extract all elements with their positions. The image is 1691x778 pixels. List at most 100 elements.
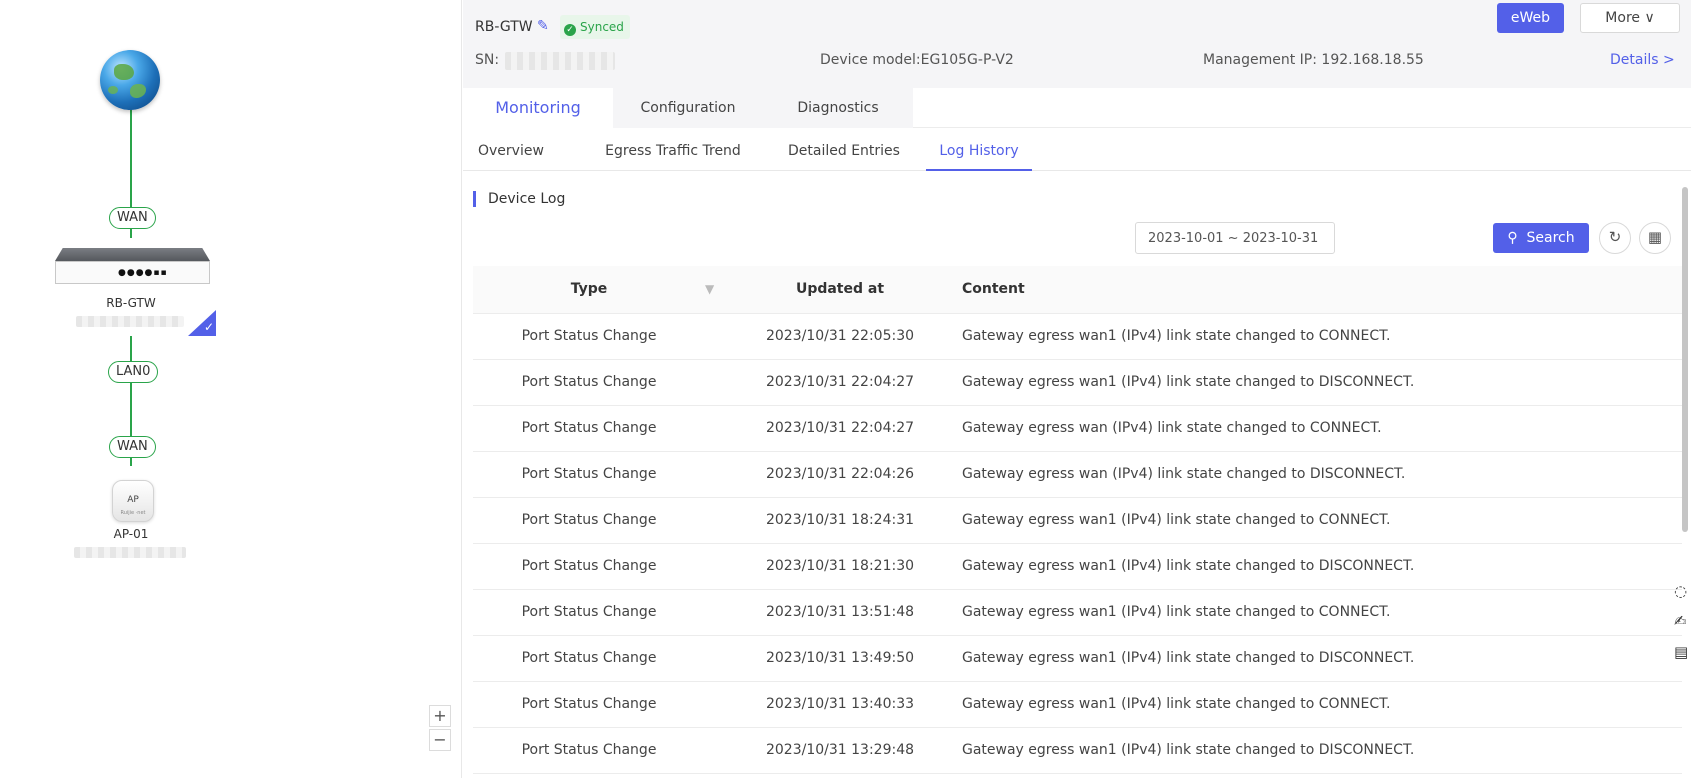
- log-table-body: Port Status Change 2023/10/31 22:05:30 Gat…: [473, 313, 1682, 774]
- selected-check-icon: ✓: [188, 310, 216, 336]
- sn-value-redacted: [505, 52, 615, 70]
- log-content-cell: Gateway egress wan1 (IPv4) link state ch…: [935, 497, 1682, 544]
- ap-brand-text: Ruijie ·net: [120, 510, 146, 516]
- table-header-row: Type ▼ Updated at Content: [473, 266, 1682, 314]
- eweb-button[interactable]: eWeb: [1497, 3, 1564, 33]
- table-row: Port Status Change 2023/10/31 13:40:33 Gat…: [473, 681, 1682, 728]
- log-type-cell: Port Status Change: [473, 727, 705, 774]
- status-badge: ✓ Synced: [560, 15, 630, 39]
- date-range-picker[interactable]: [1135, 222, 1335, 254]
- device-name: RB-GTW: [475, 19, 533, 35]
- filter-icon[interactable]: ▼: [705, 282, 714, 296]
- access-point-icon[interactable]: AP Ruijie ·net: [112, 480, 154, 522]
- sub-tabs: Overview Egress Traffic Trend Detailed E…: [463, 131, 1691, 171]
- log-time-cell: 2023/10/31 22:04:26: [745, 451, 935, 498]
- subtab-log-history[interactable]: Log History: [926, 131, 1032, 171]
- filter-spacer-cell: [705, 681, 745, 728]
- table-row: Port Status Change 2023/10/31 22:04:27 Gat…: [473, 359, 1682, 406]
- gateway-leds: ●●●●▪▪: [118, 268, 168, 278]
- search-icon: ⚲: [1507, 230, 1518, 246]
- device-header: RB-GTW ✎ ✓ Synced eWeb More ∨ SN: Device …: [463, 0, 1691, 88]
- main-tabs: Monitoring Configuration Diagnostics: [463, 88, 1691, 128]
- log-type-cell: Port Status Change: [473, 451, 705, 498]
- ap-sn-redacted: [74, 547, 186, 558]
- column-header-content: Content: [935, 266, 1682, 314]
- filter-spacer-cell: [705, 543, 745, 590]
- search-button[interactable]: ⚲ Search: [1493, 223, 1589, 253]
- column-header-updated-at: Updated at: [745, 266, 935, 314]
- internet-globe-icon[interactable]: [100, 50, 160, 110]
- scrollbar[interactable]: [1682, 187, 1688, 532]
- zoom-out-button[interactable]: −: [429, 729, 451, 751]
- log-type-cell: Port Status Change: [473, 313, 705, 360]
- filter-spacer-cell: [705, 405, 745, 452]
- gateway-name-label: RB-GTW: [106, 296, 156, 310]
- device-model: Device model:EG105G-P-V2: [820, 52, 1014, 68]
- grid-icon: ▦: [1647, 228, 1663, 246]
- log-type-cell: Port Status Change: [473, 543, 705, 590]
- log-type-cell: Port Status Change: [473, 681, 705, 728]
- tab-monitoring[interactable]: Monitoring: [463, 88, 613, 128]
- filter-spacer-cell: [705, 359, 745, 406]
- log-time-cell: 2023/10/31 22:05:30: [745, 313, 935, 360]
- gateway-device-icon[interactable]: ●●●●▪▪: [55, 248, 210, 284]
- management-ip: Management IP: 192.168.18.55: [1203, 52, 1424, 68]
- log-time-cell: 2023/10/31 22:04:27: [745, 405, 935, 452]
- gateway-sn-redacted: [76, 316, 184, 327]
- log-content-cell: Gateway egress wan1 (IPv4) link state ch…: [935, 359, 1682, 406]
- tab-configuration[interactable]: Configuration: [613, 88, 763, 128]
- ap-badge-text: AP: [127, 495, 139, 505]
- filter-spacer-cell: [705, 727, 745, 774]
- more-button[interactable]: More ∨: [1580, 3, 1680, 33]
- log-time-cell: 2023/10/31 18:21:30: [745, 543, 935, 590]
- feedback-icon[interactable]: ✍: [1674, 612, 1691, 634]
- log-time-cell: 2023/10/31 13:40:33: [745, 681, 935, 728]
- table-row: Port Status Change 2023/10/31 22:04:26 Gat…: [473, 451, 1682, 498]
- table-row: Port Status Change 2023/10/31 13:49:50 Gat…: [473, 635, 1682, 682]
- table-row: Port Status Change 2023/10/31 13:29:48 Gat…: [473, 727, 1682, 774]
- sn-label: SN:: [475, 52, 500, 68]
- table-row: Port Status Change 2023/10/31 22:05:30 Gat…: [473, 313, 1682, 360]
- tab-diagnostics[interactable]: Diagnostics: [763, 88, 913, 128]
- log-content-cell: Gateway egress wan1 (IPv4) link state ch…: [935, 635, 1682, 682]
- table-row: Port Status Change 2023/10/31 22:04:27 Gat…: [473, 405, 1682, 452]
- type-filter-cell: ▼: [705, 266, 745, 314]
- subtab-detailed-entries[interactable]: Detailed Entries: [779, 131, 909, 171]
- log-time-cell: 2023/10/31 18:24:31: [745, 497, 935, 544]
- log-type-cell: Port Status Change: [473, 635, 705, 682]
- zoom-in-button[interactable]: +: [429, 705, 451, 727]
- chat-icon[interactable]: ◌: [1674, 582, 1691, 604]
- details-link[interactable]: Details >: [1610, 52, 1675, 68]
- clipboard-icon[interactable]: ▤: [1674, 643, 1691, 665]
- ap-name-label: AP-01: [113, 527, 149, 541]
- app-root: WAN ●●●●▪▪ RB-GTW ✓ LAN0 WAN AP Ruijie ·…: [0, 0, 1691, 778]
- log-content-cell: Gateway egress wan1 (IPv4) link state ch…: [935, 589, 1682, 636]
- status-text: Synced: [580, 20, 624, 34]
- edit-icon[interactable]: ✎: [537, 18, 549, 34]
- subtab-egress-traffic-trend[interactable]: Egress Traffic Trend: [593, 131, 753, 171]
- filter-spacer-cell: [705, 589, 745, 636]
- search-button-label: Search: [1526, 230, 1575, 246]
- ap-wan-port-label: WAN: [109, 436, 156, 458]
- column-settings-button[interactable]: ▦: [1639, 222, 1671, 254]
- table-row: Port Status Change 2023/10/31 18:24:31 Gat…: [473, 497, 1682, 544]
- refresh-icon: ↻: [1608, 228, 1622, 246]
- topology-panel: WAN ●●●●▪▪ RB-GTW ✓ LAN0 WAN AP Ruijie ·…: [0, 0, 462, 778]
- log-type-cell: Port Status Change: [473, 405, 705, 452]
- column-header-type: Type: [473, 266, 705, 314]
- log-content-cell: Gateway egress wan1 (IPv4) link state ch…: [935, 727, 1682, 774]
- log-type-cell: Port Status Change: [473, 589, 705, 636]
- refresh-button[interactable]: ↻: [1599, 222, 1631, 254]
- table-row: Port Status Change 2023/10/31 13:51:48 Gat…: [473, 589, 1682, 636]
- subtab-overview[interactable]: Overview: [478, 131, 544, 171]
- filter-spacer-cell: [705, 497, 745, 544]
- gateway-lan-port-label: LAN0: [108, 361, 159, 383]
- filter-spacer-cell: [705, 451, 745, 498]
- log-time-cell: 2023/10/31 13:49:50: [745, 635, 935, 682]
- device-detail-panel: RB-GTW ✎ ✓ Synced eWeb More ∨ SN: Device …: [463, 0, 1691, 778]
- log-time-cell: 2023/10/31 13:51:48: [745, 589, 935, 636]
- log-content-cell: Gateway egress wan1 (IPv4) link state ch…: [935, 313, 1682, 360]
- log-content-cell: Gateway egress wan (IPv4) link state cha…: [935, 405, 1682, 452]
- log-type-cell: Port Status Change: [473, 497, 705, 544]
- log-content-cell: Gateway egress wan1 (IPv4) link state ch…: [935, 543, 1682, 590]
